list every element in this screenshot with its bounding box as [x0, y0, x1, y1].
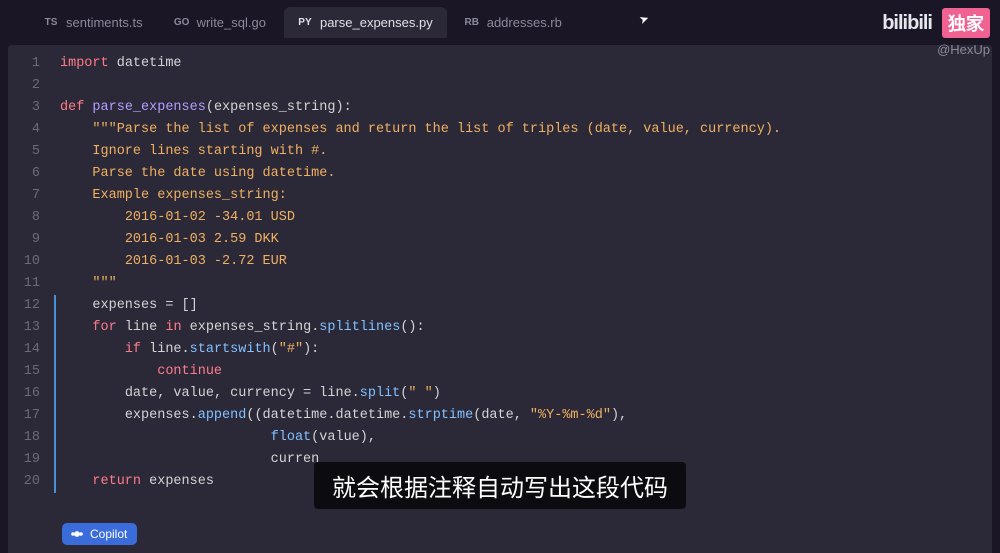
line-number: 4 [8, 119, 54, 141]
code-line[interactable]: if line.startswith("#"): [54, 339, 992, 361]
line-number: 9 [8, 229, 54, 251]
exclusive-badge: 独家 [942, 8, 990, 38]
tab-sentiments-ts[interactable]: TS sentiments.ts [30, 7, 157, 38]
line-number: 8 [8, 207, 54, 229]
line-number: 3 [8, 97, 54, 119]
file-type-icon: TS [44, 16, 58, 30]
video-subtitle: 就会根据注释自动写出这段代码 [314, 462, 686, 509]
code-line[interactable]: continue [54, 361, 992, 383]
line-number: 6 [8, 163, 54, 185]
line-number: 10 [8, 251, 54, 273]
tab-label: parse_expenses.py [320, 15, 433, 30]
code-line[interactable]: expenses = [] [54, 295, 992, 317]
copilot-badge[interactable]: Copilot [62, 523, 137, 545]
file-type-icon: PY [298, 16, 312, 30]
line-number: 12 [8, 295, 54, 317]
line-number: 1 [8, 53, 54, 75]
copilot-icon [70, 527, 84, 541]
tab-bar: TS sentiments.ts GO write_sql.go PY parse_exp… [0, 0, 1000, 45]
tab-label: addresses.rb [487, 15, 562, 30]
code-line[interactable]: 2016-01-03 2.59 DKK [54, 229, 992, 251]
code-line[interactable]: Ignore lines starting with #. [54, 141, 992, 163]
bilibili-logo: bilibili [882, 12, 932, 35]
tab-label: write_sql.go [197, 15, 266, 30]
code-line[interactable]: for line in expenses_string.splitlines()… [54, 317, 992, 339]
line-number: 16 [8, 383, 54, 405]
tab-addresses-rb[interactable]: RB addresses.rb [451, 7, 576, 38]
line-number: 11 [8, 273, 54, 295]
line-number-gutter: 1234567891011121314151617181920 [8, 45, 54, 553]
tab-label: sentiments.ts [66, 15, 143, 30]
bilibili-brand: bilibili 独家 [882, 8, 990, 38]
code-line[interactable]: date, value, currency = line.split(" ") [54, 383, 992, 405]
line-number: 18 [8, 427, 54, 449]
code-line[interactable]: Example expenses_string: [54, 185, 992, 207]
file-type-icon: RB [465, 16, 479, 30]
tab-parse_expenses-py[interactable]: PY parse_expenses.py [284, 7, 447, 38]
line-number: 17 [8, 405, 54, 427]
file-type-icon: GO [175, 16, 189, 30]
line-number: 20 [8, 471, 54, 493]
line-number: 7 [8, 185, 54, 207]
code-line[interactable]: def parse_expenses(expenses_string): [54, 97, 992, 119]
code-line[interactable]: float(value), [54, 427, 992, 449]
code-line[interactable]: Parse the date using datetime. [54, 163, 992, 185]
line-number: 2 [8, 75, 54, 97]
line-number: 13 [8, 317, 54, 339]
line-number: 19 [8, 449, 54, 471]
mouse-cursor-icon: ➤ [637, 9, 653, 31]
code-line[interactable]: import datetime [54, 53, 992, 75]
copilot-label: Copilot [90, 527, 127, 541]
line-number: 15 [8, 361, 54, 383]
code-line[interactable] [54, 75, 992, 97]
code-line[interactable]: 2016-01-02 -34.01 USD [54, 207, 992, 229]
code-line[interactable]: """ [54, 273, 992, 295]
line-number: 5 [8, 141, 54, 163]
code-line[interactable]: """Parse the list of expenses and return… [54, 119, 992, 141]
tab-write_sql-go[interactable]: GO write_sql.go [161, 7, 280, 38]
code-line[interactable]: 2016-01-03 -2.72 EUR [54, 251, 992, 273]
line-number: 14 [8, 339, 54, 361]
code-line[interactable]: expenses.append((datetime.datetime.strpt… [54, 405, 992, 427]
